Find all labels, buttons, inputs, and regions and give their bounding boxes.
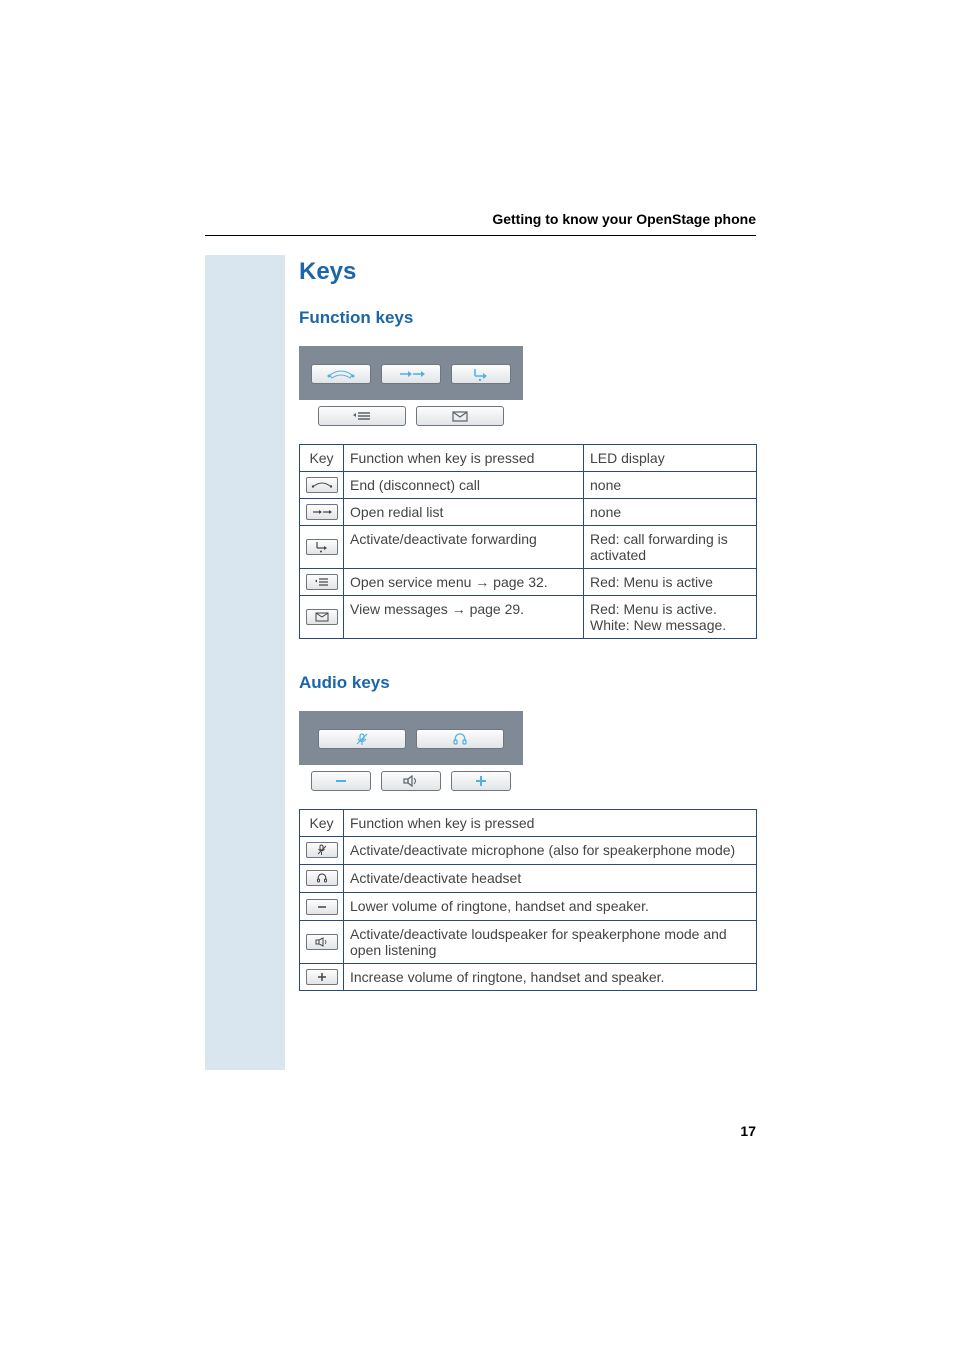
mic-mute-key — [318, 729, 406, 749]
page-number: 17 — [740, 1123, 756, 1139]
arrow-right-icon: → — [452, 601, 466, 617]
message-key — [416, 406, 504, 426]
arrow-right-icon: → — [475, 574, 489, 590]
cell-led: none — [584, 472, 757, 499]
header-rule — [205, 235, 756, 236]
cell-led: Red: call forwarding is activated — [584, 526, 757, 569]
cell-function: View messages → page 29. — [344, 596, 584, 639]
cell-function: Activate/deactivate loudspeaker for spea… — [344, 921, 757, 964]
table-header-row: Key Function when key is pressed LED dis… — [300, 445, 757, 472]
menu-icon — [306, 574, 338, 590]
cell-led: Red: Menu is active. White: New message. — [584, 596, 757, 639]
col-header-function: Function when key is pressed — [344, 810, 757, 837]
heading-keys: Keys — [299, 258, 757, 286]
cell-function: Activate/deactivate headset — [344, 865, 757, 893]
table-row: Increase volume of ringtone, handset and… — [300, 964, 757, 991]
cell-led: Red: Menu is active — [584, 569, 757, 596]
heading-audio-keys: Audio keys — [299, 673, 757, 693]
table-row: Activate/deactivate forwarding Red: call… — [300, 526, 757, 569]
forward-icon — [306, 539, 338, 555]
end-call-key — [311, 364, 371, 384]
col-header-led: LED display — [584, 445, 757, 472]
col-header-key: Key — [300, 810, 344, 837]
redial-key — [381, 364, 441, 384]
cell-function: Lower volume of ringtone, handset and sp… — [344, 893, 757, 921]
table-row: Activate/deactivate microphone (also for… — [300, 837, 757, 865]
col-header-key: Key — [300, 445, 344, 472]
table-row: Open service menu → page 32. Red: Menu i… — [300, 569, 757, 596]
audio-keys-panel — [299, 711, 757, 791]
message-icon — [306, 609, 338, 625]
table-row: Open redial list none — [300, 499, 757, 526]
table-row: Activate/deactivate headset — [300, 865, 757, 893]
minus-icon — [306, 899, 338, 915]
end-call-icon — [306, 477, 338, 493]
page-header: Getting to know your OpenStage phone — [492, 211, 756, 227]
table-row: Activate/deactivate loudspeaker for spea… — [300, 921, 757, 964]
table-row: End (disconnect) call none — [300, 472, 757, 499]
menu-key — [318, 406, 406, 426]
function-keys-panel — [299, 346, 757, 426]
plus-icon — [306, 969, 338, 985]
col-header-function: Function when key is pressed — [344, 445, 584, 472]
cell-function: Activate/deactivate microphone (also for… — [344, 837, 757, 865]
forward-key — [451, 364, 511, 384]
heading-function-keys: Function keys — [299, 308, 757, 328]
mic-mute-icon — [306, 842, 338, 858]
left-sidebar — [205, 255, 285, 1070]
table-row: Lower volume of ringtone, handset and sp… — [300, 893, 757, 921]
headset-key — [416, 729, 504, 749]
headset-icon — [306, 870, 338, 886]
redial-icon — [306, 504, 338, 520]
cell-led: none — [584, 499, 757, 526]
cell-function: Open redial list — [344, 499, 584, 526]
function-keys-table: Key Function when key is pressed LED dis… — [299, 444, 757, 639]
cell-function: Activate/deactivate forwarding — [344, 526, 584, 569]
table-header-row: Key Function when key is pressed — [300, 810, 757, 837]
volume-up-key — [451, 771, 511, 791]
table-row: View messages → page 29. Red: Menu is ac… — [300, 596, 757, 639]
cell-function: Open service menu → page 32. — [344, 569, 584, 596]
speaker-icon — [306, 934, 338, 950]
audio-keys-table: Key Function when key is pressed Activat… — [299, 809, 757, 991]
cell-function: End (disconnect) call — [344, 472, 584, 499]
cell-function: Increase volume of ringtone, handset and… — [344, 964, 757, 991]
speaker-key — [381, 771, 441, 791]
volume-down-key — [311, 771, 371, 791]
